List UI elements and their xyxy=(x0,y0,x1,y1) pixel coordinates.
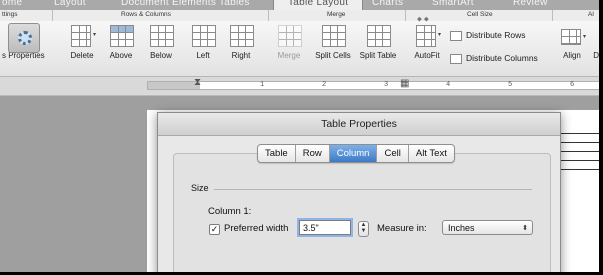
ruler-bar: ⧗ 1 2 3 ▦ 4 5 6 7 xyxy=(0,77,603,96)
column-marker-icon[interactable]: ▦ xyxy=(400,78,409,89)
merge-label: Merge xyxy=(277,51,301,60)
align-button[interactable]: ▾ Align xyxy=(557,25,587,60)
split-cells-button[interactable]: Split Cells xyxy=(309,25,357,60)
measure-in-value: Inches xyxy=(448,223,475,233)
size-divider xyxy=(214,189,532,190)
group-cell-size-label: Cell Size xyxy=(467,11,493,18)
properties-button[interactable]: s Properties xyxy=(2,23,45,60)
delete-button[interactable]: ▾ Delete xyxy=(66,25,98,60)
insert-right-button[interactable]: Right xyxy=(227,25,255,60)
autofit-label: AutoFit xyxy=(414,51,440,60)
word-window: ome Layout Document Elements Tables Tabl… xyxy=(0,0,603,275)
group-settings-label: ttings xyxy=(2,11,18,18)
insert-row-below-icon xyxy=(150,25,174,47)
tab-table[interactable]: Table xyxy=(258,145,295,162)
tab-tables[interactable]: Tables xyxy=(219,0,250,10)
tab-layout[interactable]: Layout xyxy=(54,0,86,10)
distribute-columns-button[interactable]: Distribute Columns xyxy=(450,53,538,64)
group-rows-columns-label: Rows & Columns xyxy=(121,11,171,18)
insert-row-above-icon xyxy=(110,25,134,47)
distribute-rows-button[interactable]: Distribute Rows xyxy=(450,30,526,41)
left-label: Left xyxy=(196,51,210,60)
group-separator xyxy=(52,10,53,21)
table-properties-icon xyxy=(8,23,40,53)
tab-alt-text[interactable]: Alt Text xyxy=(407,145,454,162)
tab-home[interactable]: ome xyxy=(2,0,22,10)
distribute-rows-label: Distribute Rows xyxy=(466,30,526,40)
size-section-label: Size xyxy=(191,183,209,193)
split-table-icon xyxy=(367,25,391,47)
ribbon-tabs: ome Layout Document Elements Tables Tabl… xyxy=(0,0,603,10)
ruler-number: 2 xyxy=(322,81,327,89)
merge-button[interactable]: Merge xyxy=(274,25,304,60)
measure-in-select[interactable]: Inches ⬍ xyxy=(442,220,533,235)
dialog-title: Table Properties xyxy=(158,113,560,136)
delete-label: Delete xyxy=(70,51,94,60)
insert-column-left-icon xyxy=(192,25,216,47)
insert-left-button[interactable]: Left xyxy=(190,25,216,60)
group-separator xyxy=(405,10,406,21)
preferred-width-label: Preferred width xyxy=(224,223,289,234)
preferred-width-input[interactable]: 3.5" xyxy=(299,220,351,235)
ruler-number: 6 xyxy=(570,81,575,89)
insert-column-right-icon xyxy=(230,25,254,47)
tab-column[interactable]: Column xyxy=(328,145,377,162)
above-label: Above xyxy=(109,51,133,60)
insert-below-button[interactable]: Below xyxy=(146,25,176,60)
tab-cell[interactable]: Cell xyxy=(376,145,407,162)
document-table-rows xyxy=(555,133,603,178)
right-label: Right xyxy=(231,51,251,60)
horizontal-ruler[interactable]: ⧗ 1 2 3 ▦ 4 5 6 7 xyxy=(147,77,603,90)
group-alignment-label: Al xyxy=(588,11,594,18)
group-merge-label: Merge xyxy=(327,11,346,18)
ruler-number: 5 xyxy=(508,81,513,89)
tab-table-layout[interactable]: Table Layout xyxy=(273,0,364,10)
insert-above-button[interactable]: Above xyxy=(106,25,136,60)
dialog-tab-bar: Table Row Column Cell Alt Text xyxy=(257,144,455,163)
autofit-button[interactable]: ▾ ⬥ ⬥ AutoFit xyxy=(410,16,444,60)
tab-row[interactable]: Row xyxy=(294,145,329,162)
delete-table-icon: ▾ xyxy=(71,25,96,47)
distribute-columns-icon xyxy=(450,53,462,64)
ruler-margin xyxy=(148,82,200,89)
merge-cells-icon xyxy=(278,25,302,47)
measure-in-label: Measure in: xyxy=(377,223,427,234)
align-text-icon: ▾ xyxy=(561,25,586,47)
tab-document-elements[interactable]: Document Elements xyxy=(121,0,216,10)
align-label: Align xyxy=(563,51,581,60)
screen-edge xyxy=(599,0,603,275)
ruler-number: 4 xyxy=(446,81,451,89)
tab-charts[interactable]: Charts xyxy=(372,0,403,10)
split-table-label: Split Table xyxy=(359,51,397,60)
column-label: Column 1: xyxy=(208,206,252,217)
select-arrows-icon: ⬍ xyxy=(522,225,528,232)
group-separator xyxy=(552,10,553,21)
autofit-icon: ▾ ⬥ ⬥ xyxy=(416,16,441,47)
ruler-number: 1 xyxy=(260,81,265,89)
distribute-rows-icon xyxy=(450,30,462,41)
ribbon: s Properties ▾ Delete Above Below Left R… xyxy=(0,16,603,77)
split-cells-label: Split Cells xyxy=(315,51,351,60)
ruler-number: 3 xyxy=(384,81,389,89)
table-properties-dialog: Table Properties Table Row Column Cell A… xyxy=(157,112,561,275)
group-separator xyxy=(268,10,269,21)
below-label: Below xyxy=(150,51,172,60)
indent-marker-icon[interactable]: ⧗ xyxy=(194,77,201,88)
split-table-button[interactable]: Split Table xyxy=(355,25,401,60)
split-cells-icon xyxy=(322,25,346,47)
tab-smartart[interactable]: SmartArt xyxy=(432,0,474,10)
preferred-width-checkbox[interactable]: ✓ xyxy=(209,224,220,235)
distribute-columns-label: Distribute Columns xyxy=(466,53,538,63)
tab-review[interactable]: Review xyxy=(513,0,548,10)
width-stepper[interactable]: ▲ ▼ xyxy=(358,221,369,237)
